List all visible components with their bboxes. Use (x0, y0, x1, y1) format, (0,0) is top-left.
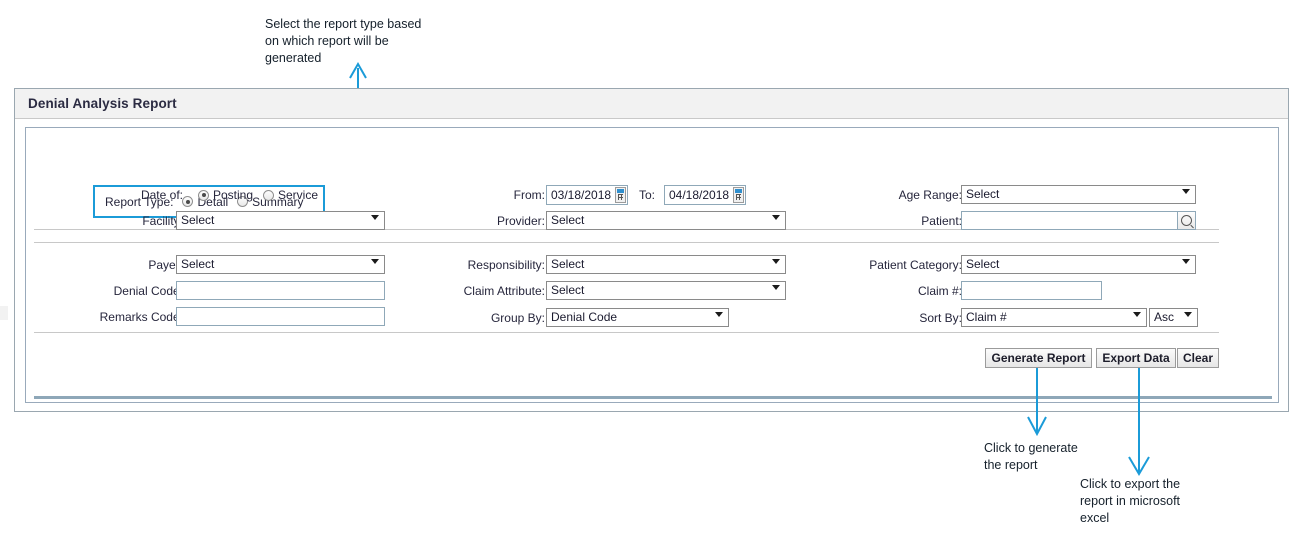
radio-posting-label: Posting (213, 188, 254, 202)
generate-report-button[interactable]: Generate Report (985, 348, 1092, 368)
radio-service-icon[interactable] (263, 189, 274, 201)
age-range-select[interactable]: Select (961, 185, 1196, 204)
patient-search-button[interactable] (1177, 211, 1196, 230)
group-by-value: Denial Code (551, 310, 618, 324)
divider-3 (34, 332, 1219, 333)
patient-category-value: Select (966, 257, 1000, 271)
clear-button[interactable]: Clear (1177, 348, 1219, 368)
chevron-down-icon[interactable] (1133, 312, 1141, 317)
denial-code-label: Denial Code: (113, 284, 183, 298)
to-label: To: (638, 188, 655, 202)
bottom-rule (34, 396, 1272, 399)
claim-attribute-select[interactable]: Select (546, 281, 786, 300)
chevron-down-icon[interactable] (772, 259, 780, 264)
chevron-down-icon[interactable] (1182, 259, 1190, 264)
export-data-button[interactable]: Export Data (1096, 348, 1176, 368)
responsibility-select[interactable]: Select (546, 255, 786, 274)
claim-number-input[interactable] (961, 281, 1102, 300)
radio-date-of-service[interactable]: Service (263, 188, 318, 202)
provider-select[interactable]: Select (546, 211, 786, 230)
radio-service-label: Service (278, 188, 319, 202)
group-by-label: Group By: (490, 311, 545, 325)
denial-code-input[interactable] (176, 281, 385, 300)
annotation-export-data: Click to export the report in microsoft … (1080, 477, 1181, 525)
patient-category-select[interactable]: Select (961, 255, 1196, 274)
chevron-down-icon[interactable] (772, 285, 780, 290)
sort-by-label: Sort By: (919, 311, 962, 325)
remarks-code-label: Remarks Code: (99, 310, 183, 324)
payer-value: Select (181, 257, 215, 271)
sort-by-select[interactable]: Claim # (961, 308, 1147, 327)
sort-by-value: Claim # (966, 310, 1007, 324)
chevron-down-icon[interactable] (772, 215, 780, 220)
facility-label: Facility: (142, 214, 183, 228)
group-by-select[interactable]: Denial Code (546, 308, 729, 327)
facility-value: Select (181, 213, 215, 227)
patient-category-label: Patient Category: (869, 258, 962, 272)
provider-value: Select (551, 213, 585, 227)
page-edge-artifact (0, 306, 8, 320)
radio-date-of-posting[interactable]: Posting (198, 188, 253, 202)
panel-header: Denial Analysis Report (15, 89, 1288, 119)
chevron-down-icon[interactable] (1182, 189, 1190, 194)
remarks-code-input[interactable] (176, 307, 385, 326)
age-range-label: Age Range: (898, 188, 962, 202)
annotation-report-type: Select the report type based on which re… (265, 17, 422, 65)
to-date-field[interactable]: 04/18/2018 (664, 185, 746, 205)
chevron-down-icon[interactable] (715, 312, 723, 317)
from-date-value: 03/18/2018 (551, 188, 612, 202)
age-range-value: Select (966, 187, 1000, 201)
claim-number-label: Claim #: (917, 284, 962, 298)
denial-analysis-report-panel: Denial Analysis Report Report Type: Deta… (14, 88, 1289, 412)
responsibility-label: Responsibility: (467, 258, 545, 272)
provider-label: Provider: (496, 214, 545, 228)
facility-select[interactable]: Select (176, 211, 385, 230)
chevron-down-icon[interactable] (371, 259, 379, 264)
date-of-label: Date of: (140, 188, 183, 202)
payer-label: Payer: (148, 258, 183, 272)
radio-detail-icon[interactable] (182, 196, 194, 207)
responsibility-value: Select (551, 257, 585, 271)
sort-direction-select[interactable]: Asc (1149, 308, 1198, 327)
radio-posting-icon[interactable] (198, 189, 209, 201)
sort-direction-value: Asc (1154, 310, 1175, 324)
chevron-down-icon[interactable] (371, 215, 379, 220)
chevron-down-icon[interactable] (1184, 312, 1192, 317)
search-icon (1181, 215, 1192, 226)
from-label: From: (513, 188, 545, 202)
annotation-generate-report: Click to generate the report (984, 441, 1078, 472)
patient-label: Patient: (921, 214, 962, 228)
to-date-value: 04/18/2018 (669, 188, 730, 202)
claim-attribute-label: Claim Attribute: (463, 284, 545, 298)
page-title: Denial Analysis Report (28, 96, 177, 111)
divider-2 (34, 242, 1219, 243)
calendar-icon[interactable] (733, 187, 744, 203)
patient-input[interactable] (961, 211, 1178, 230)
claim-attribute-value: Select (551, 283, 585, 297)
payer-select[interactable]: Select (176, 255, 385, 274)
